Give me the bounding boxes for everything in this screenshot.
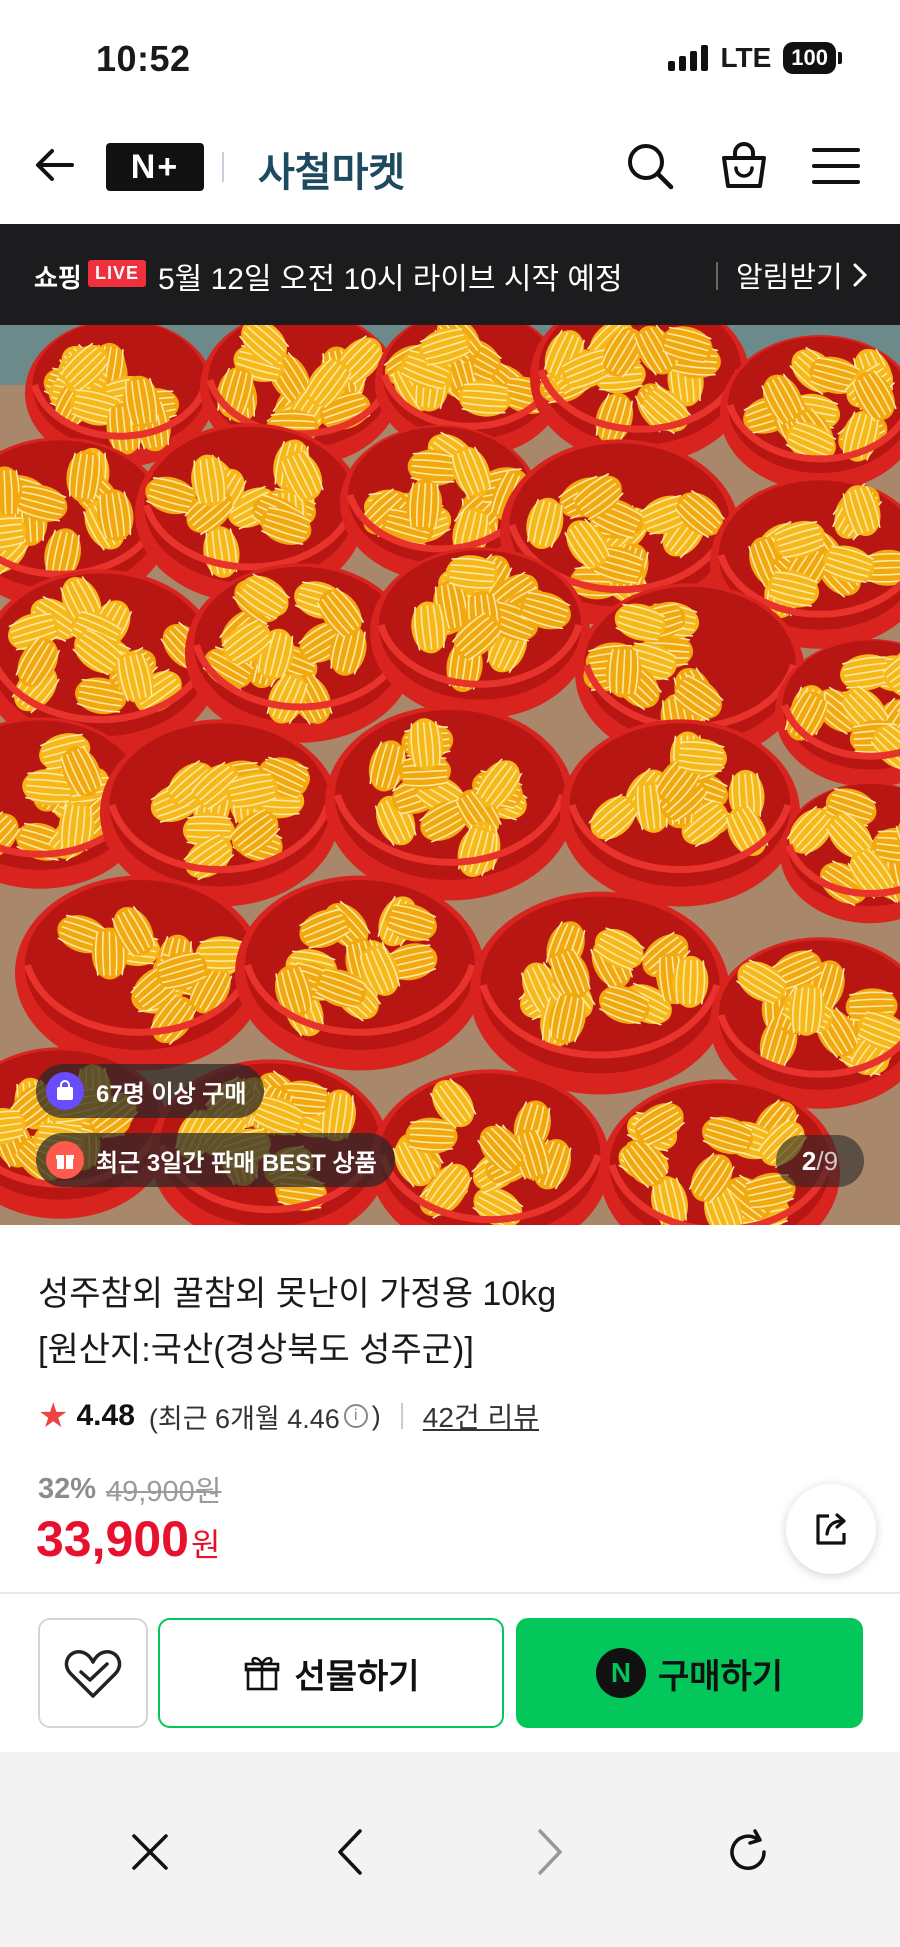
gift-icon — [46, 1141, 84, 1179]
gift-button[interactable]: 선물하기 — [158, 1618, 504, 1728]
share-button[interactable] — [786, 1484, 876, 1574]
section-divider — [0, 1592, 900, 1594]
close-icon — [132, 1834, 168, 1870]
reviews-link[interactable]: 42건 리뷰 — [423, 1396, 539, 1436]
gift-box-icon — [245, 1656, 280, 1691]
browser-forward-button[interactable] — [520, 1822, 580, 1882]
best-seller-text: 최근 3일간 판매 BEST 상품 — [96, 1149, 377, 1177]
live-shopping-label: 쇼핑 — [34, 263, 82, 293]
battery-icon: 100 — [783, 42, 842, 74]
chevron-left-icon — [338, 1829, 362, 1875]
gift-label: 선물하기 — [294, 1657, 420, 1696]
image-current: 2 — [801, 1145, 817, 1176]
notify-button[interactable]: 알림받기 — [736, 254, 869, 296]
live-badge: LIVE — [88, 260, 147, 287]
back-button[interactable] — [30, 140, 80, 190]
purchase-label: 구매하기 — [657, 1657, 784, 1696]
network-label: LTE — [720, 42, 772, 73]
chevron-right-icon — [538, 1829, 562, 1875]
recent-rating-close: ) — [371, 1400, 381, 1431]
browser-back-button[interactable] — [320, 1822, 380, 1882]
discount-row: 32% 49,900원 — [38, 1468, 221, 1510]
browser-toolbar — [0, 1752, 900, 1947]
notify-label: 알림받기 — [736, 262, 843, 294]
status-time: 10:52 — [96, 38, 191, 79]
purchase-count-badge: 67명 이상 구매 — [36, 1064, 265, 1118]
image-counter: 2/9 — [776, 1135, 864, 1187]
image-total: 9 — [823, 1145, 839, 1176]
battery-level: 100 — [783, 42, 836, 74]
status-indicators: LTE 100 — [668, 42, 842, 74]
purchase-button[interactable]: N 구매하기 — [516, 1618, 863, 1728]
naver-plus-logo[interactable]: N+ — [106, 143, 204, 191]
product-title-line2: [원산지:국산(경상북도 성주군)] — [38, 1331, 474, 1369]
search-icon — [628, 144, 674, 190]
back-arrow-icon — [36, 149, 74, 181]
rating-value: 4.48 — [76, 1399, 135, 1432]
best-seller-badge: 최근 3일간 판매 BEST 상품 — [36, 1133, 395, 1187]
chevron-right-icon — [853, 263, 867, 287]
hamburger-menu-icon — [812, 148, 860, 184]
cart-button[interactable] — [716, 138, 772, 194]
star-icon: ★ — [38, 1397, 69, 1435]
currency-unit: 원 — [190, 1527, 221, 1563]
discount-rate: 32% — [38, 1472, 97, 1505]
heart-check-icon — [64, 1650, 122, 1698]
recent-rating-text: (최근 6개월 4.46 — [148, 1403, 340, 1434]
purchase-count-text: 67명 이상 구매 — [96, 1080, 247, 1108]
info-icon[interactable]: i — [343, 1404, 368, 1428]
status-bar: 10:52 LTE 100 — [0, 0, 900, 110]
product-title-line1: 성주참외 꿀참외 못난이 가정용 10kg — [38, 1275, 557, 1313]
search-button[interactable] — [622, 138, 678, 194]
product-title: 성주참외 꿀참외 못난이 가정용 10kg [원산지:국산(경상북도 성주군)] — [38, 1266, 818, 1378]
reload-button[interactable] — [718, 1822, 778, 1882]
live-shopping-banner[interactable]: 쇼핑 LIVE 5월 12일 오전 10시 라이브 시작 예정 알림받기 — [0, 224, 900, 325]
banner-divider — [716, 262, 718, 290]
shopping-bag-icon — [722, 142, 766, 188]
live-schedule-text: 5월 12일 오전 10시 라이브 시작 예정 — [158, 263, 623, 296]
share-icon — [816, 1513, 846, 1545]
sale-price: 33,900 — [36, 1511, 189, 1567]
bag-icon — [46, 1072, 84, 1110]
logo-divider — [222, 152, 224, 182]
rating-row: ★ 4.48 (최근 6개월 4.46 i ) 42건 리뷰 — [38, 1396, 539, 1436]
menu-button[interactable] — [808, 138, 864, 194]
wishlist-button[interactable] — [38, 1618, 148, 1728]
reload-icon — [730, 1829, 766, 1870]
sale-price-row: 33,900 원 — [36, 1510, 220, 1568]
naver-pay-icon: N — [595, 1648, 646, 1698]
signal-icon — [668, 45, 709, 71]
store-header: N+ 사철마켓 — [0, 110, 900, 224]
close-button[interactable] — [120, 1822, 180, 1882]
original-price: 49,900원 — [106, 1476, 222, 1508]
store-name[interactable]: 사철마켓 — [258, 140, 405, 198]
rating-divider — [400, 1403, 403, 1429]
